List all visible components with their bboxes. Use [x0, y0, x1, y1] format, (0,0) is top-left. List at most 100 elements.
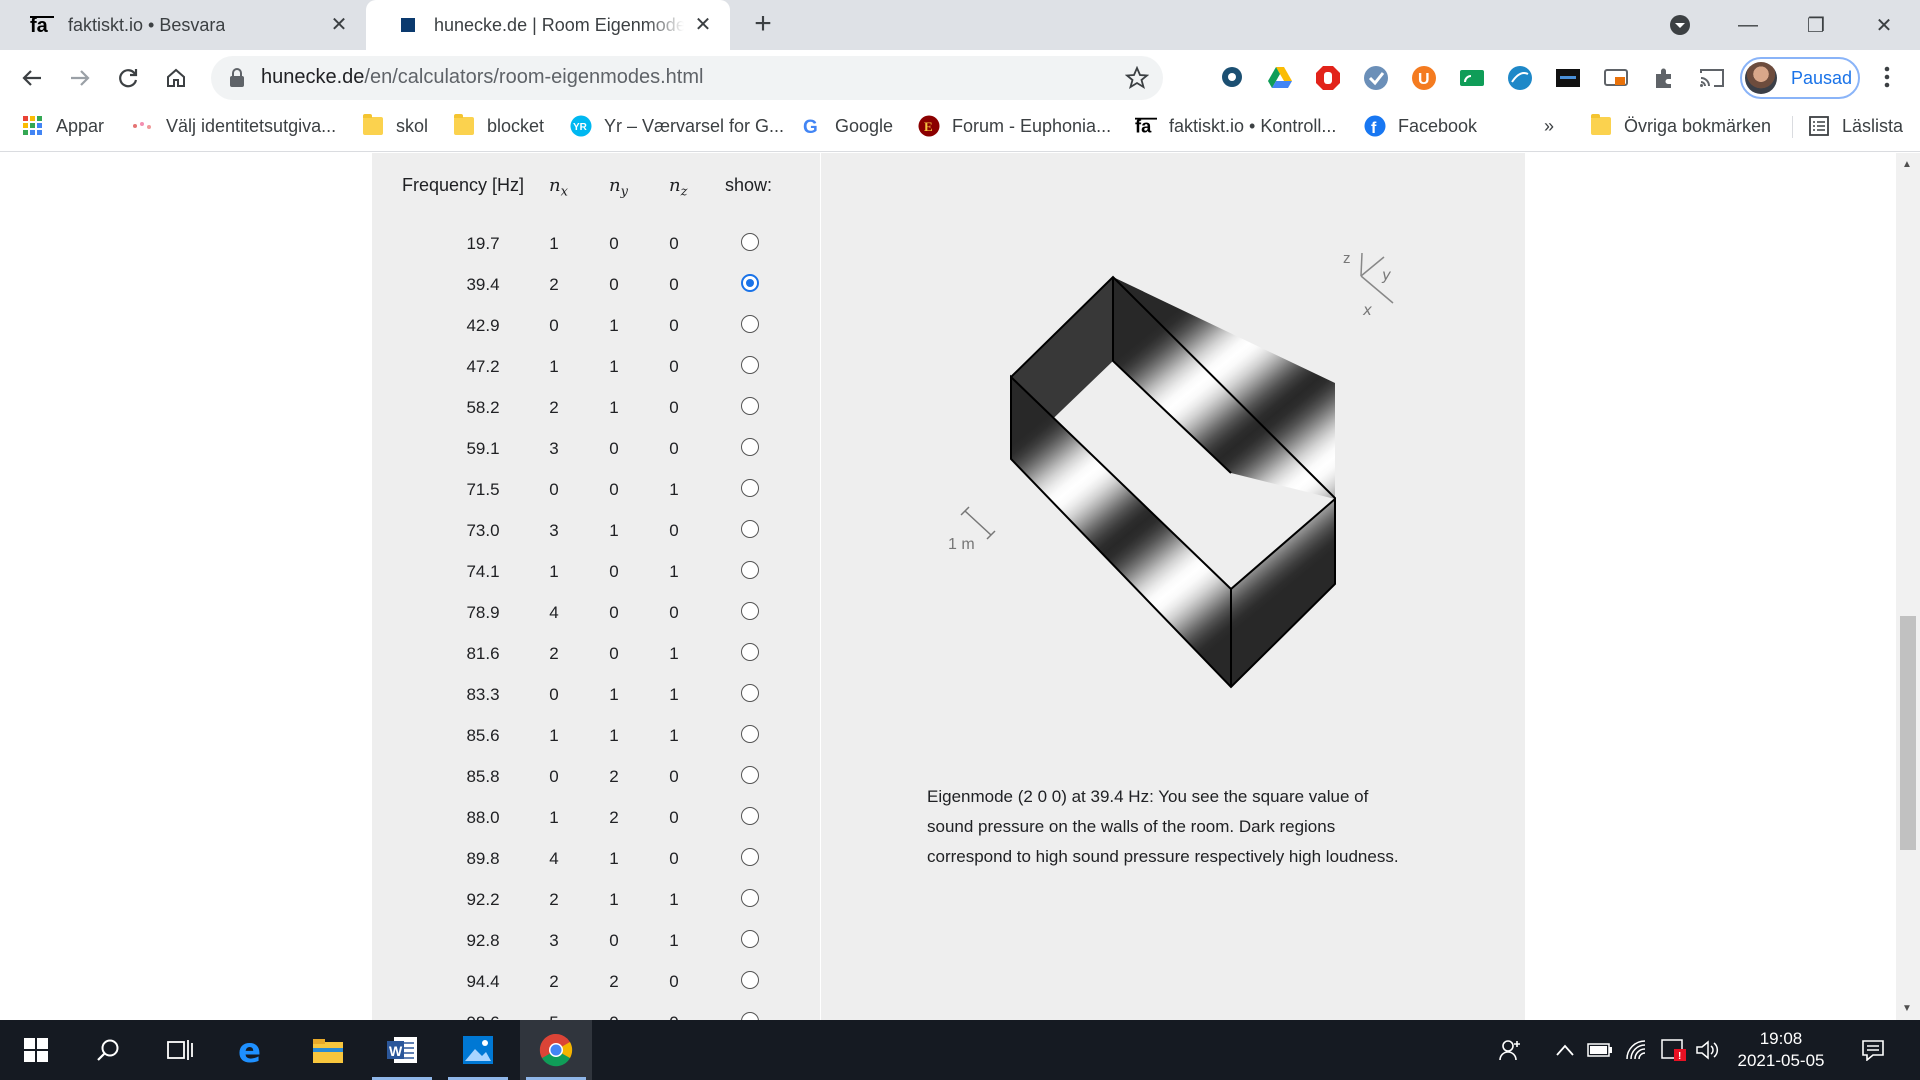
scale-bar: [960, 506, 996, 540]
page-scrollbar[interactable]: ▲ ▼: [1896, 153, 1920, 1020]
scroll-down-icon[interactable]: ▼: [1902, 1003, 1912, 1014]
chrome-menu-button[interactable]: [1872, 62, 1902, 92]
frequency-cell: 85.8: [466, 767, 500, 786]
show-mode-radio[interactable]: [741, 725, 759, 743]
svg-text:E: E: [924, 119, 933, 134]
ublock-icon[interactable]: U: [1410, 64, 1438, 92]
show-mode-radio[interactable]: [741, 766, 759, 784]
show-mode-radio[interactable]: [741, 643, 759, 661]
new-tab-button[interactable]: +: [746, 8, 780, 42]
dark-extension-icon[interactable]: [1554, 64, 1582, 92]
show-mode-radio[interactable]: [741, 1012, 759, 1020]
bookmark-google[interactable]: G Google: [801, 106, 893, 146]
system-clock[interactable]: 19:08 2021-05-05: [1726, 1028, 1836, 1072]
chrome-icon: [539, 1033, 573, 1067]
bookmark-valj-identitet[interactable]: Välj identitetsutgiva...: [132, 106, 336, 146]
start-button[interactable]: [0, 1020, 72, 1080]
bookmarks-overflow-button[interactable]: »: [1544, 106, 1554, 146]
screen-extension-icon[interactable]: [1602, 64, 1630, 92]
word-app[interactable]: W: [366, 1020, 438, 1080]
maximize-button[interactable]: ❐: [1786, 0, 1846, 50]
nz-cell: 0: [669, 398, 679, 417]
edge-app[interactable]: e: [216, 1020, 288, 1080]
bookmark-appar[interactable]: Appar: [22, 106, 104, 146]
frequency-cell: 47.2: [466, 357, 500, 376]
volume-icon[interactable]: [1694, 1038, 1722, 1062]
rss-extension-icon[interactable]: [1458, 64, 1486, 92]
ny-cell: 2: [609, 808, 619, 827]
nx-cell: 2: [549, 890, 559, 909]
bookmark-euphonia[interactable]: E Forum - Euphonia...: [918, 106, 1111, 146]
tab-hunecke[interactable]: hunecke.de | Room Eigenmodes ✕: [366, 0, 730, 50]
close-tab-icon[interactable]: ✕: [326, 12, 352, 38]
adblock-icon[interactable]: [1314, 64, 1342, 92]
tab-faktiskt[interactable]: fa faktiskt.io • Besvara ✕: [0, 0, 366, 50]
arrow-left-icon: [22, 70, 41, 86]
home-button[interactable]: [158, 60, 194, 96]
scrollbar-thumb[interactable]: [1900, 616, 1916, 850]
show-mode-radio[interactable]: [741, 438, 759, 456]
people-icon[interactable]: [1496, 1038, 1526, 1062]
photos-app[interactable]: [442, 1020, 514, 1080]
word-icon: W: [387, 1037, 417, 1063]
show-mode-radio[interactable]: [741, 930, 759, 948]
nz-cell: 1: [669, 726, 679, 745]
forward-button[interactable]: [62, 60, 98, 96]
address-bar[interactable]: hunecke.de/en/calculators/room-eigenmode…: [211, 56, 1163, 100]
frequency-cell: 98.6: [448, 1013, 518, 1020]
search-button[interactable]: [72, 1020, 144, 1080]
bookmark-yr[interactable]: YR Yr – Værvarsel for G...: [570, 106, 784, 146]
reload-icon: [119, 69, 138, 88]
scroll-up-icon[interactable]: ▲: [1902, 159, 1912, 170]
task-view-button[interactable]: [144, 1020, 216, 1080]
ny-cell: 1: [609, 398, 619, 417]
bookmark-star-icon[interactable]: [1125, 66, 1149, 90]
close-tab-icon[interactable]: ✕: [690, 12, 716, 38]
close-window-button[interactable]: ✕: [1854, 0, 1914, 50]
globe-extension-icon[interactable]: [1506, 64, 1534, 92]
reading-list-button[interactable]: Läslista: [1808, 106, 1903, 146]
show-mode-radio[interactable]: [741, 889, 759, 907]
show-mode-radio[interactable]: [741, 397, 759, 415]
url-text[interactable]: hunecke.de/en/calculators/room-eigenmode…: [261, 66, 703, 89]
svg-text:f: f: [1371, 120, 1377, 137]
show-mode-radio[interactable]: [741, 848, 759, 866]
chrome-app[interactable]: [520, 1020, 592, 1080]
antivirus-alert-icon[interactable]: !: [1660, 1038, 1688, 1062]
bookmark-other[interactable]: Övriga bokmärken: [1590, 106, 1771, 146]
back-button[interactable]: [14, 60, 50, 96]
bookmark-blocket[interactable]: blocket: [453, 106, 544, 146]
ny-cell: 0: [609, 275, 619, 294]
show-mode-radio[interactable]: [741, 315, 759, 333]
cast-icon[interactable]: [1698, 64, 1726, 92]
nx-cell: 0: [549, 685, 559, 704]
bookmark-faktiskt[interactable]: fa faktiskt.io • Kontroll...: [1135, 106, 1336, 146]
show-mode-radio[interactable]: [741, 684, 759, 702]
bookmark-skol[interactable]: skol: [362, 106, 428, 146]
show-mode-radio[interactable]: [741, 602, 759, 620]
bookmark-facebook[interactable]: f Facebook: [1364, 106, 1477, 146]
show-mode-radio[interactable]: [741, 807, 759, 825]
reload-button[interactable]: [110, 60, 146, 96]
show-mode-radio[interactable]: [741, 561, 759, 579]
google-drive-icon[interactable]: [1266, 64, 1294, 92]
show-mode-radio[interactable]: [741, 356, 759, 374]
bookmark-label: Appar: [56, 115, 105, 136]
show-mode-radio[interactable]: [741, 971, 759, 989]
wifi-icon[interactable]: [1624, 1038, 1652, 1062]
chat-extension-icon[interactable]: [1218, 64, 1246, 92]
notification-center-icon[interactable]: [1856, 1038, 1890, 1062]
profile-button[interactable]: Pausad: [1740, 57, 1860, 99]
show-mode-radio[interactable]: [741, 233, 759, 251]
extensions-puzzle-icon[interactable]: [1650, 64, 1678, 92]
chevron-up-icon[interactable]: [1552, 1038, 1578, 1062]
show-mode-radio[interactable]: [741, 479, 759, 497]
photos-icon: [463, 1036, 493, 1064]
minimize-button[interactable]: —: [1718, 0, 1778, 50]
tab-search-icon[interactable]: [1650, 0, 1710, 50]
show-mode-radio[interactable]: [741, 274, 759, 292]
show-mode-radio[interactable]: [741, 520, 759, 538]
battery-icon[interactable]: [1586, 1038, 1614, 1062]
file-explorer-app[interactable]: [292, 1020, 364, 1080]
checkmark-extension-icon[interactable]: [1362, 64, 1390, 92]
